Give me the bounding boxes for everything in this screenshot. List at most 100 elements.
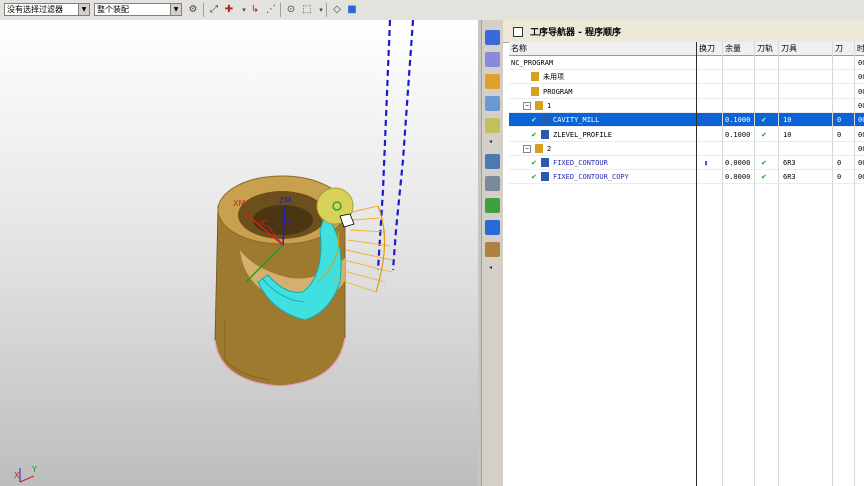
tool-change-cell: ▮ [704,116,709,125]
generated-check-icon: ✔ [531,173,537,182]
scope-value: 整个装配 [97,5,129,14]
stock-cell: 0.1000 [725,116,751,125]
operation-icon [541,115,549,125]
pin-icon[interactable] [513,27,523,37]
operation-name: 1 [547,101,552,110]
tool-cell [783,56,833,70]
column-header-name[interactable]: 名称 [509,42,697,55]
tool-change-cell [704,170,724,184]
column-divider [854,42,855,486]
operation-icon [535,143,543,153]
table-row[interactable]: NC_PROGRAM 00 [509,56,864,70]
corner-axis-x: X [14,471,20,480]
toolbar-divider [326,3,327,17]
view-icon[interactable]: ◇ [330,3,344,17]
column-header-path[interactable]: 刀轨 [755,42,779,55]
chevron-down-icon[interactable]: ▼ [170,4,181,15]
time-cell: 00 [858,130,864,139]
tool-number-cell: 0 [837,130,842,139]
tool-cell [783,85,833,99]
column-header-tool[interactable]: 刀具 [779,42,833,55]
generated-check-icon: ✔ [531,159,537,168]
shop-docs-icon[interactable] [485,242,500,257]
time-cell: 00 [858,173,864,182]
type-filter-select[interactable]: 没有选择过滤器 ▼ [4,3,90,16]
generate-icon[interactable] [485,176,500,191]
tool-change-cell [704,142,724,156]
xm-label: XM [233,199,245,208]
time-cell: 00 [858,73,864,82]
stock-cell: 0.0000 [725,173,751,182]
cube-icon[interactable]: ■ [345,3,359,17]
snap-icon[interactable]: ⚙ [186,3,200,17]
operation-name: FIXED_CONTOUR [553,159,608,168]
time-cell: 00 [858,144,864,153]
stock-cell [725,142,755,156]
tool-number-cell [837,99,855,113]
column-header-tool-change[interactable]: 换刀 [697,42,723,55]
table-row[interactable]: − 1 00 [509,99,864,113]
operation-navigator-icon[interactable] [485,30,500,45]
navigator-title: 工序导航器 - 程序顺序 [530,28,622,38]
selection-toolbar: 没有选择过滤器 ▼ 整个装配 ▼ ⚙ ⤢ ✚ ▾ ↳ ⋰ ⊙ ⬚ ▾ ◇ ■ [0,0,864,21]
operation-icon [541,158,549,168]
table-row[interactable]: 未用项 00 [509,70,864,85]
table-row[interactable]: ✔FIXED_CONTOUR_COPY0.0000✔6R3000 [509,170,864,185]
column-header-stock[interactable]: 余量 [723,42,755,55]
tool-number-cell: 0 [837,173,842,182]
operation-icon [531,86,539,96]
collapse-toggle-icon[interactable]: − [523,144,531,153]
chevron-down-icon[interactable]: ▼ [78,4,89,15]
chevron-down-icon[interactable]: ◂ [489,264,492,271]
type-filter-value: 没有选择过滤器 [7,5,63,14]
time-cell: 00 [858,159,864,168]
scope-select[interactable]: 整个装配 ▼ [94,3,182,16]
time-cell: 00 [858,59,864,67]
operation-icon [541,172,549,182]
point-snap-icon[interactable]: ✚ [222,3,236,17]
generated-check-icon: ✔ [531,130,537,139]
tool-cell [783,99,833,113]
geometry-navigator-icon[interactable] [485,74,500,89]
table-row[interactable]: − 2 00 [509,142,864,156]
tool-change-cell [704,99,724,113]
machine-tool-navigator-icon[interactable] [485,52,500,67]
corner-axis-y: Y [31,465,37,474]
tool-path-icon[interactable] [485,154,500,169]
table-row[interactable]: ✔FIXED_CONTOUR▮0.0000✔6R3000 [509,156,864,171]
method-navigator-icon[interactable] [485,96,500,111]
operation-name: NC_PROGRAM [511,59,554,67]
tool-number-cell [837,70,855,84]
graphics-viewport[interactable]: XM ZM YC ZC X Y [0,20,478,486]
feature-navigator-icon[interactable] [485,118,500,133]
stock-cell [725,56,755,70]
operation-name: 2 [547,144,552,153]
table-row[interactable]: PROGRAM 00 [509,85,864,99]
navigator-column-headers: 名称 换刀 余量 刀轨 刀具 刀 时 [509,42,864,56]
crosshair-icon[interactable]: ⊙ [284,3,298,17]
table-row[interactable]: ✔ZLEVEL_PROFILE0.1000✔10000 [509,128,864,142]
path-status-cell [761,99,779,113]
collapse-toggle-icon[interactable]: − [523,101,531,110]
link-icon[interactable]: ⋰ [264,3,278,17]
path-status-cell [761,142,779,156]
tool-number-cell: 0 [837,116,842,125]
column-divider [696,42,697,486]
selection-icon[interactable]: ⤢ [207,3,221,17]
chevron-down-icon[interactable]: ◂ [489,138,492,145]
arrow-icon[interactable]: ↳ [248,3,262,17]
verify-icon[interactable] [485,198,500,213]
column-header-time[interactable]: 时 [855,42,864,55]
cam-model-view[interactable]: XM ZM YC ZC X Y [0,20,478,486]
path-status-cell [761,56,779,70]
column-divider [722,42,723,486]
postprocess-icon[interactable] [485,220,500,235]
tool-change-cell: ▮ [704,159,709,168]
path-status-cell [761,70,779,84]
path-status-cell: ✔ [761,159,767,168]
operation-name: FIXED_CONTOUR_COPY [553,173,629,182]
box-select-icon[interactable]: ⬚ [300,3,314,17]
column-header-tool-number[interactable]: 刀 [833,42,855,55]
table-row[interactable]: ✔CAVITY_MILL▮0.1000✔10000 [509,113,864,128]
operation-name: 未用项 [543,73,564,82]
